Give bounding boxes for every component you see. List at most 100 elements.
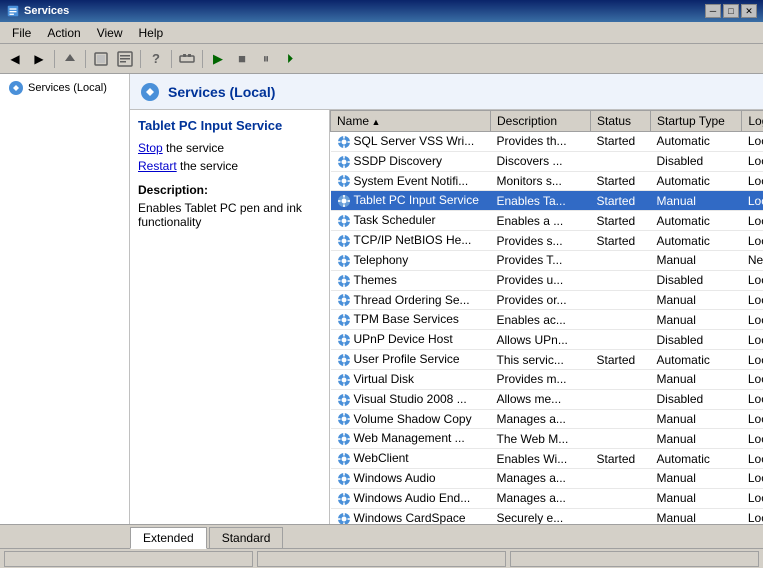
menu-action[interactable]: Action (39, 24, 88, 42)
cell-name: Task Scheduler (331, 211, 491, 231)
col-description[interactable]: Description (491, 111, 591, 132)
services-table-body: SQL Server VSS Wri...Provides th...Start… (331, 132, 763, 525)
cell-startup: Automatic (651, 171, 742, 191)
cell-startup: Manual (651, 250, 742, 270)
forward-button[interactable]: ▶ (28, 48, 50, 70)
col-startup[interactable]: Startup Type (651, 111, 742, 132)
tab-extended[interactable]: Extended (130, 527, 207, 549)
table-row[interactable]: System Event Notifi...Monitors s...Start… (331, 171, 763, 191)
table-row[interactable]: Volume Shadow CopyManages a...ManualLoca… (331, 409, 763, 429)
cell-name: User Profile Service (331, 350, 491, 370)
menu-file[interactable]: File (4, 24, 39, 42)
service-name-text: WebClient (354, 451, 409, 465)
service-name-text: Thread Ordering Se... (354, 293, 470, 307)
table-row[interactable]: TCP/IP NetBIOS He...Provides s...Started… (331, 231, 763, 251)
cell-startup: Manual (651, 508, 742, 524)
cell-logon: Local S... (742, 132, 763, 152)
services-header-title: Services (Local) (168, 84, 275, 100)
cell-description: The Web M... (491, 429, 591, 449)
pause-button[interactable]: ⏸ (255, 48, 277, 70)
content-area: Tablet PC Input Service Stop the service… (130, 110, 763, 524)
cell-name: Windows Audio (331, 469, 491, 489)
table-row[interactable]: Windows AudioManages a...ManualLocal S..… (331, 469, 763, 489)
col-name[interactable]: Name (331, 111, 491, 132)
connect-button[interactable] (176, 48, 198, 70)
cell-startup: Automatic (651, 231, 742, 251)
cell-startup: Manual (651, 409, 742, 429)
cell-name: TCP/IP NetBIOS He... (331, 231, 491, 251)
maximize-button[interactable]: □ (723, 4, 739, 18)
cell-description: Monitors s... (491, 171, 591, 191)
cell-description: Provides or... (491, 290, 591, 310)
toolbar-sep-4 (171, 50, 172, 68)
up-button[interactable] (59, 48, 81, 70)
show-hide-button[interactable] (90, 48, 112, 70)
stop-button[interactable]: ■ (231, 48, 253, 70)
menu-view[interactable]: View (89, 24, 131, 42)
nav-services-local[interactable]: Services (Local) (4, 78, 125, 98)
table-row[interactable]: Visual Studio 2008 ...Allows me...Disabl… (331, 389, 763, 409)
cell-startup: Manual (651, 290, 742, 310)
table-row[interactable]: Virtual DiskProvides m...ManualLocal S..… (331, 369, 763, 389)
col-status[interactable]: Status (591, 111, 651, 132)
table-row[interactable]: TPM Base ServicesEnables ac...ManualLoca… (331, 310, 763, 330)
table-row[interactable]: Windows CardSpaceSecurely e...ManualLoca… (331, 508, 763, 524)
cell-logon: Local S... (742, 330, 763, 350)
cell-logon: Local S... (742, 310, 763, 330)
service-name-text: Web Management ... (354, 431, 465, 445)
cell-status (591, 389, 651, 409)
service-name-text: Volume Shadow Copy (354, 412, 472, 426)
cell-logon: Netwo... (742, 250, 763, 270)
cell-startup: Disabled (651, 270, 742, 290)
table-row[interactable]: Tablet PC Input ServiceEnables Ta...Star… (331, 191, 763, 211)
table-row[interactable]: Web Management ...The Web M...ManualLoca… (331, 429, 763, 449)
service-row-icon (337, 174, 354, 188)
title-bar-left: Services (6, 4, 69, 18)
toolbar-sep-2 (85, 50, 86, 68)
cell-logon: Local S... (742, 449, 763, 469)
menu-help[interactable]: Help (131, 24, 172, 42)
col-logon[interactable]: Log On (742, 111, 763, 132)
table-row[interactable]: Windows Audio End...Manages a...ManualLo… (331, 488, 763, 508)
table-row[interactable]: SQL Server VSS Wri...Provides th...Start… (331, 132, 763, 152)
cell-status (591, 488, 651, 508)
help-button[interactable]: ? (145, 48, 167, 70)
cell-description: Provides s... (491, 231, 591, 251)
cell-name: Windows CardSpace (331, 508, 491, 524)
table-header: Name Description Status Startup Type Log… (331, 111, 763, 132)
minimize-button[interactable]: ─ (705, 4, 721, 18)
table-row[interactable]: ThemesProvides u...DisabledLocal S... (331, 270, 763, 290)
back-button[interactable]: ◀ (4, 48, 26, 70)
cell-startup: Disabled (651, 389, 742, 409)
cell-description: Provides u... (491, 270, 591, 290)
service-name-text: TCP/IP NetBIOS He... (354, 233, 472, 247)
cell-startup: Automatic (651, 211, 742, 231)
properties-button[interactable] (114, 48, 136, 70)
table-row[interactable]: UPnP Device HostAllows UPn...DisabledLoc… (331, 330, 763, 350)
table-row[interactable]: User Profile ServiceThis servic...Starte… (331, 350, 763, 370)
table-scroll[interactable]: Name Description Status Startup Type Log… (330, 110, 763, 524)
play-button[interactable]: ▶ (207, 48, 229, 70)
cell-logon: Local S... (742, 171, 763, 191)
restart-service-link[interactable]: Restart (138, 159, 177, 173)
cell-logon: Local S... (742, 429, 763, 449)
table-row[interactable]: TelephonyProvides T...ManualNetwo... (331, 250, 763, 270)
table-row[interactable]: WebClientEnables Wi...StartedAutomaticLo… (331, 449, 763, 469)
stop-suffix: the service (163, 141, 224, 155)
service-row-icon (337, 213, 354, 227)
close-button[interactable]: ✕ (741, 4, 757, 18)
service-row-icon (337, 134, 354, 148)
table-row[interactable]: SSDP DiscoveryDiscovers ...DisabledLocal… (331, 151, 763, 171)
tab-standard[interactable]: Standard (209, 527, 284, 548)
service-name-text: Telephony (354, 253, 409, 267)
service-row-icon (337, 471, 354, 485)
bottom-tabs: Extended Standard (0, 524, 763, 548)
cell-description: Securely e... (491, 508, 591, 524)
table-row[interactable]: Task SchedulerEnables a ...StartedAutoma… (331, 211, 763, 231)
cell-logon: Local S... (742, 389, 763, 409)
cell-name: Windows Audio End... (331, 488, 491, 508)
restart-button[interactable]: ⏵ (279, 48, 301, 70)
cell-description: Enables a ... (491, 211, 591, 231)
stop-service-link[interactable]: Stop (138, 141, 163, 155)
table-row[interactable]: Thread Ordering Se... Provides or... Manua… (331, 290, 763, 310)
